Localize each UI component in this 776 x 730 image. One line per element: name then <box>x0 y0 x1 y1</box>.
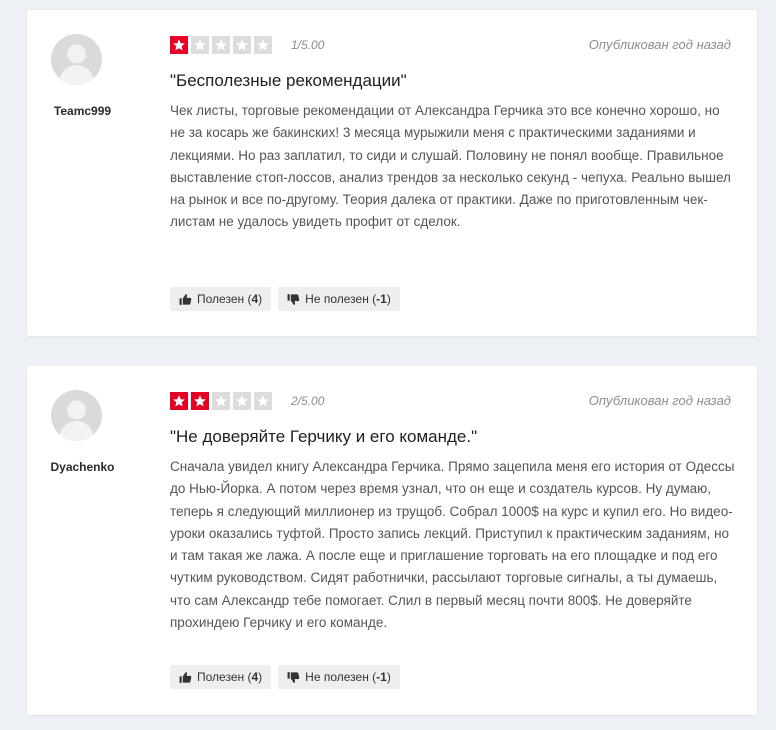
review-author[interactable]: Dyachenko <box>27 460 138 474</box>
avatar <box>51 390 102 441</box>
unhelpful-button[interactable]: Не полезен (-1) <box>278 287 400 311</box>
star-filled-icon <box>191 392 209 410</box>
review-text: Чек листы, торговые рекомендации от Алек… <box>170 103 731 230</box>
star-empty-icon <box>254 392 272 410</box>
star-empty-icon <box>233 36 251 54</box>
published-date: Опубликован год назад <box>588 37 731 52</box>
helpful-button[interactable]: Полезен (4) <box>170 665 272 689</box>
review-title: "Бесполезные рекомендации" <box>170 71 407 90</box>
unhelpful-button[interactable]: Не полезен (-1) <box>278 665 400 689</box>
star-empty-icon <box>212 36 230 54</box>
review-card: Dyachenko 2/5.00 Опубликован год назад "… <box>27 366 757 715</box>
published-date: Опубликован год назад <box>588 393 731 408</box>
helpful-label: Полезен <box>197 670 245 684</box>
star-filled-icon <box>170 392 188 410</box>
rating-score: 1/5.00 <box>291 38 325 52</box>
vote-buttons: Полезен (4) Не полезен (-1) <box>170 287 400 311</box>
helpful-count: (4) <box>244 292 263 306</box>
star-empty-icon <box>254 36 272 54</box>
thumbs-down-icon <box>287 293 300 305</box>
review-card: Teamc999 1/5.00 Опубликован год назад "Б… <box>27 10 757 336</box>
star-empty-icon <box>212 392 230 410</box>
star-empty-icon <box>233 392 251 410</box>
rating-stars <box>170 36 272 54</box>
helpful-label: Полезен <box>197 292 245 306</box>
unhelpful-count: (-1) <box>368 292 391 306</box>
vote-buttons: Полезен (4) Не полезен (-1) <box>170 665 400 689</box>
review-author[interactable]: Teamc999 <box>27 104 138 118</box>
helpful-button[interactable]: Полезен (4) <box>170 287 272 311</box>
unhelpful-label: Не полезен <box>305 670 369 684</box>
star-filled-icon <box>170 36 188 54</box>
unhelpful-count: (-1) <box>368 670 391 684</box>
thumbs-down-icon <box>287 671 300 683</box>
rating-score: 2/5.00 <box>291 394 325 408</box>
star-empty-icon <box>191 36 209 54</box>
review-text: Сначала увидел книгу Александра Герчика.… <box>170 459 735 631</box>
thumbs-up-icon <box>179 671 192 683</box>
thumbs-up-icon <box>179 293 192 305</box>
unhelpful-label: Не полезен <box>305 292 369 306</box>
user-icon <box>59 44 94 85</box>
review-title: "Не доверяйте Герчику и его команде." <box>170 427 478 446</box>
avatar <box>51 34 102 85</box>
user-icon <box>59 400 94 441</box>
helpful-count: (4) <box>244 670 263 684</box>
rating-stars <box>170 392 272 410</box>
